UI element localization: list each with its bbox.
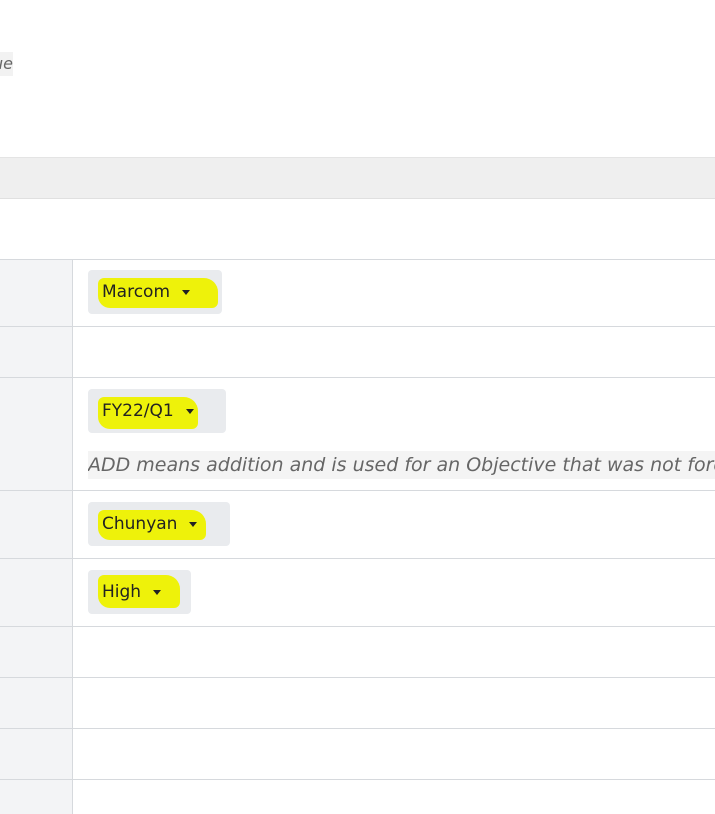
field-row-empty [0,326,715,378]
field-value-cell [73,678,715,729]
priority-dropdown-value: High [102,582,142,602]
caret-down-icon [182,289,191,295]
priority-dropdown[interactable]: High [88,570,191,614]
field-value-cell [73,729,715,780]
field-label-cell [0,627,73,678]
period-dropdown[interactable]: FY22/Q1 [88,389,226,433]
top-note: ue [0,52,13,76]
field-value-cell [73,780,715,814]
field-label-cell [0,260,73,327]
field-row-empty [0,626,715,678]
field-value-cell: FY22/Q1 ADD means addition and is used f… [73,378,715,491]
owner-dropdown-value: Chunyan [102,514,178,534]
field-row-period: FY22/Q1 ADD means addition and is used f… [0,377,715,491]
field-label-cell [0,327,73,378]
top-note-text: ue [0,54,13,73]
caret-down-icon [185,408,194,414]
field-row-empty [0,677,715,729]
field-hint-text: ADD means addition and is used for an Ob… [88,451,715,479]
section-header-band [0,157,715,199]
field-row-priority: High [0,558,715,627]
field-value-cell [73,327,715,378]
field-label-cell [0,780,73,814]
field-label-cell [0,729,73,780]
field-row-team: Marcom [0,259,715,327]
field-label-cell [0,378,73,491]
field-label-cell [0,559,73,627]
field-row-owner: Chunyan [0,490,715,559]
field-label-cell [0,678,73,729]
field-label-cell [0,491,73,559]
period-dropdown-value: FY22/Q1 [102,401,174,421]
field-value-cell: High [73,559,715,627]
field-row-empty [0,728,715,780]
field-row-empty [0,779,715,814]
caret-down-icon [189,521,198,527]
owner-dropdown[interactable]: Chunyan [88,502,230,546]
team-dropdown[interactable]: Marcom [88,270,222,314]
field-value-cell: Chunyan [73,491,715,559]
caret-down-icon [153,589,162,595]
field-value-cell: Marcom [73,260,715,327]
team-dropdown-value: Marcom [102,282,171,302]
field-value-cell [73,627,715,678]
